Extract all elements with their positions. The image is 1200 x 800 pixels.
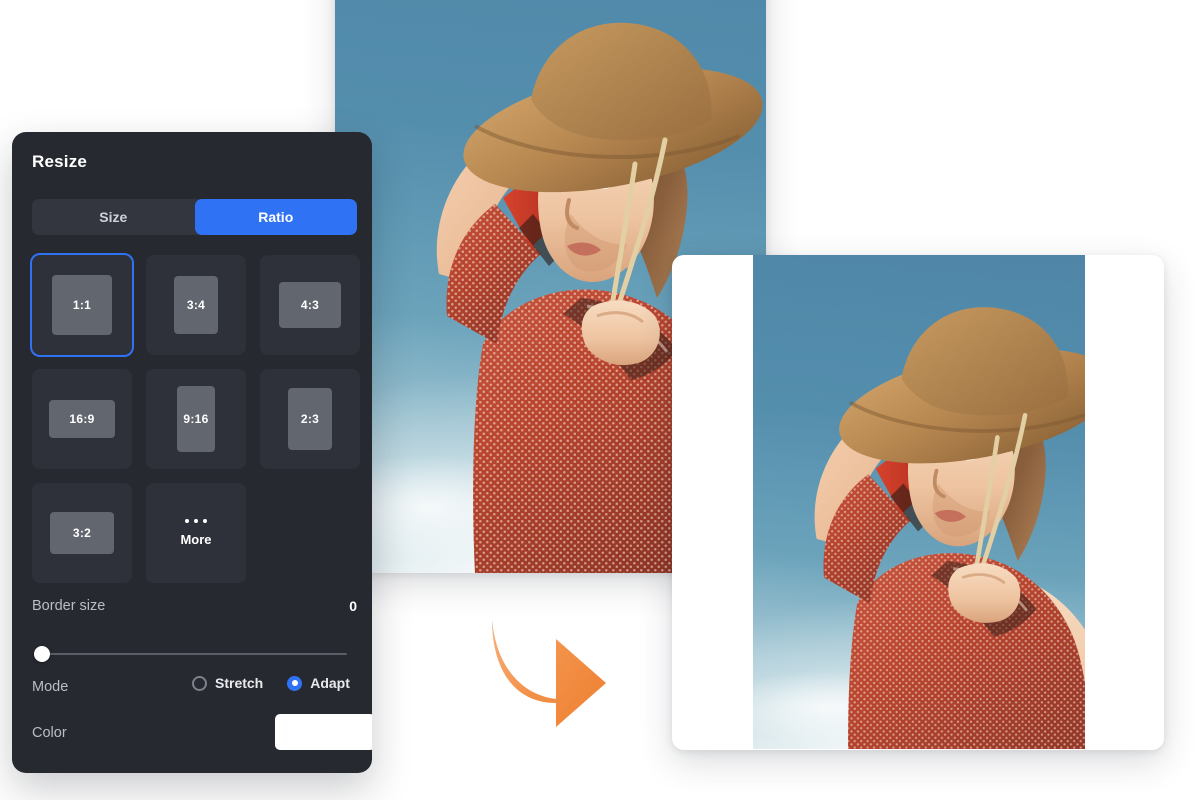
- mode-row: Mode Stretch Adapt: [32, 675, 372, 699]
- radio-icon: [287, 675, 303, 691]
- canvas: Resize Size Ratio 1:1 3:4 4:3 16:9 9:16 …: [0, 0, 1200, 800]
- ratio-label: 3:4: [186, 298, 206, 312]
- resize-mode-tabs: Size Ratio: [32, 199, 357, 235]
- border-size-value: 0: [349, 598, 357, 614]
- ratio-tile-9-16[interactable]: 9:16: [146, 369, 246, 469]
- ratio-label: 3:2: [72, 526, 92, 540]
- ratio-label: 4:3: [300, 298, 320, 312]
- tab-size[interactable]: Size: [32, 199, 195, 235]
- ellipsis-icon: [185, 519, 207, 523]
- result-photo-card[interactable]: [672, 255, 1164, 750]
- color-row: Color: [32, 710, 372, 756]
- ratio-tile-3-4[interactable]: 3:4: [146, 255, 246, 355]
- ratio-swatch: 1:1: [52, 275, 112, 335]
- border-size-slider[interactable]: [34, 644, 357, 664]
- tab-ratio[interactable]: Ratio: [194, 199, 357, 235]
- slider-knob[interactable]: [34, 646, 50, 662]
- ratio-swatch: 16:9: [49, 400, 115, 438]
- ratio-tile-3-2[interactable]: 3:2: [32, 483, 132, 583]
- ratio-tile-16-9[interactable]: 16:9: [32, 369, 132, 469]
- ratio-label: 2:3: [300, 412, 320, 426]
- ratio-tile-more[interactable]: More: [146, 483, 246, 583]
- transform-arrow-icon: [486, 611, 610, 733]
- resize-panel: Resize Size Ratio 1:1 3:4 4:3 16:9 9:16 …: [12, 132, 372, 773]
- ratio-tile-2-3[interactable]: 2:3: [260, 369, 360, 469]
- ratio-swatch: 3:2: [50, 512, 114, 554]
- ratio-grid: 1:1 3:4 4:3 16:9 9:16 2:3 3:2 More: [32, 255, 372, 583]
- ratio-label: 9:16: [183, 412, 209, 426]
- ratio-tile-1-1[interactable]: 1:1: [32, 255, 132, 355]
- radio-stretch[interactable]: Stretch: [192, 675, 263, 691]
- ratio-swatch: 2:3: [288, 388, 332, 450]
- color-label: Color: [32, 725, 67, 741]
- mode-label: Mode: [32, 679, 69, 695]
- radio-stretch-label: Stretch: [215, 675, 264, 691]
- more-label: More: [180, 532, 212, 547]
- border-size-label: Border size: [32, 598, 106, 614]
- radio-icon: [192, 675, 207, 691]
- figure-illustration: [753, 255, 1085, 749]
- ratio-swatch: 9:16: [177, 386, 215, 452]
- slider-track: [44, 653, 347, 655]
- resized-photo: [753, 255, 1085, 749]
- ratio-tile-4-3[interactable]: 4:3: [260, 255, 360, 355]
- border-size-row: Border size 0: [32, 598, 357, 614]
- radio-adapt-label: Adapt: [310, 675, 350, 691]
- ratio-label: 1:1: [72, 298, 92, 312]
- ratio-swatch: 3:4: [174, 276, 218, 334]
- radio-adapt[interactable]: Adapt: [287, 675, 350, 691]
- color-swatch[interactable]: [275, 714, 372, 750]
- ratio-swatch: 4:3: [279, 282, 341, 328]
- mode-options: Stretch Adapt: [192, 675, 350, 691]
- page-title: Resize: [32, 152, 88, 171]
- ratio-label: 16:9: [69, 412, 95, 426]
